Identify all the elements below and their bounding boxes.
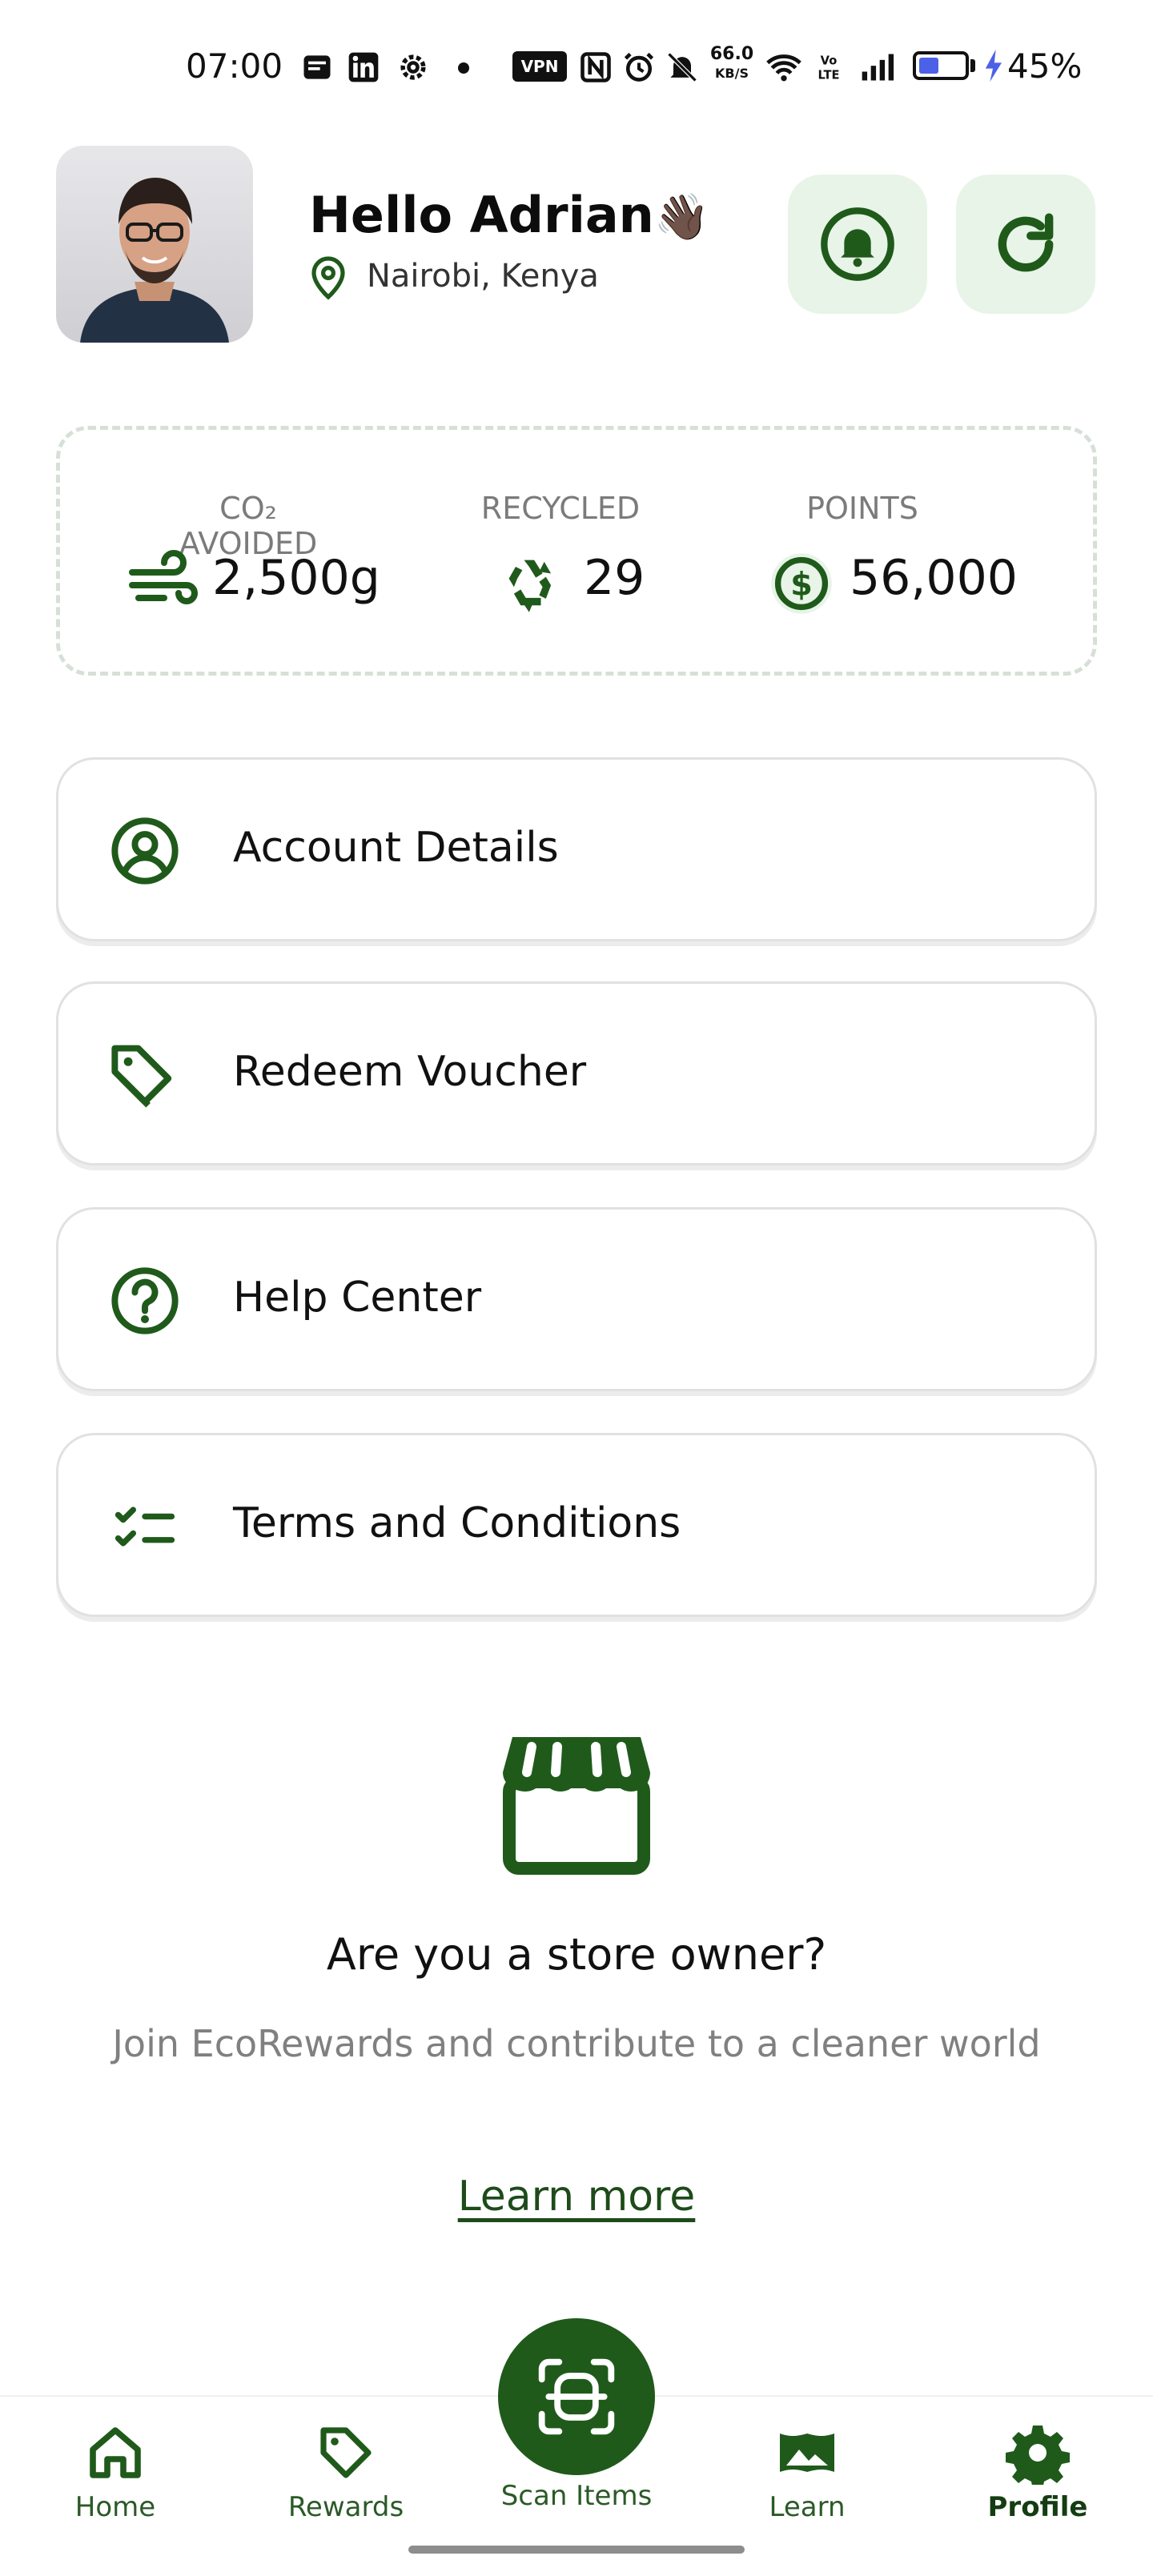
- mute-bell-icon: [667, 52, 697, 82]
- nav-learn[interactable]: Learn: [711, 2421, 903, 2523]
- network-speed: 66.0 KB/S: [709, 44, 754, 82]
- gesture-home-indicator[interactable]: [408, 2546, 745, 2554]
- nav-learn-label: Learn: [769, 2491, 846, 2523]
- user-circle-icon: [111, 817, 179, 885]
- account-details-label: Account Details: [233, 824, 559, 872]
- points-value: 56,000: [850, 550, 1018, 606]
- nav-home-label: Home: [74, 2491, 156, 2523]
- alarm-icon: [624, 52, 654, 82]
- points-label: POINTS: [806, 491, 918, 526]
- recycled-value: 29: [584, 550, 645, 606]
- recycled-label: RECYCLED: [480, 491, 641, 526]
- storefront-icon: [503, 1737, 650, 1875]
- wind-icon: [129, 550, 198, 604]
- nav-home[interactable]: Home: [19, 2421, 211, 2523]
- redeem-voucher-button[interactable]: Redeem Voucher: [56, 981, 1097, 1166]
- nav-rewards-label: Rewards: [287, 2491, 404, 2523]
- reward-tag-icon: [320, 2427, 372, 2478]
- terms-and-conditions-label: Terms and Conditions: [233, 1499, 681, 1547]
- wifi-icon: [766, 54, 801, 82]
- battery-percent: 45%: [1007, 46, 1083, 86]
- avatar-person-image: [80, 178, 229, 343]
- battery-cap: [970, 59, 975, 72]
- scan-icon: [538, 2358, 615, 2435]
- dollar-coin-icon: $: [771, 553, 832, 614]
- help-center-label: Help Center: [233, 1274, 482, 1322]
- help-circle-icon: [111, 1267, 179, 1334]
- nav-profile[interactable]: Profile: [942, 2421, 1134, 2523]
- scan-items-button[interactable]: [498, 2318, 655, 2475]
- nav-scan-items-label[interactable]: Scan Items: [448, 2480, 705, 2512]
- store-owner-title: Are you a store owner?: [326, 1929, 827, 1980]
- co2-avoided-value: 2,500g: [212, 550, 380, 606]
- charging-bolt-icon: [985, 49, 1002, 82]
- status-bar: 07:00 VPN 66.0 KB/S Vo LTE 45%: [0, 0, 1153, 136]
- greeting-text: Hello Adrian👋🏿: [309, 186, 710, 244]
- redeem-voucher-label: Redeem Voucher: [233, 1048, 587, 1096]
- status-time: 07:00: [186, 46, 283, 86]
- location-text: Nairobi, Kenya: [367, 258, 599, 295]
- store-owner-description: Join EcoRewards and contribute to a clea…: [112, 2022, 1041, 2065]
- linkedin-icon: [348, 52, 379, 82]
- vpn-badge: VPN: [512, 51, 567, 82]
- checklist-icon: [114, 1507, 175, 1547]
- location-pin-icon: [311, 256, 345, 300]
- avatar[interactable]: [56, 146, 253, 343]
- tag-icon: [111, 1045, 172, 1108]
- landscape-image-icon: [780, 2434, 834, 2472]
- learn-more-link[interactable]: Learn more: [0, 2173, 1153, 2221]
- home-icon: [90, 2427, 141, 2478]
- terms-and-conditions-button[interactable]: Terms and Conditions: [56, 1433, 1097, 1617]
- nfc-icon: [581, 52, 611, 82]
- volte-icon: Vo LTE: [818, 54, 840, 82]
- bell-icon: [821, 207, 894, 281]
- greeting-label: Hello Adrian: [309, 186, 654, 244]
- refresh-icon: [998, 213, 1054, 272]
- impact-stats-card: CO₂ AVOIDED 2,500g RECYCLED 29 POINTS $ …: [56, 426, 1097, 676]
- battery-level-fill: [919, 58, 939, 74]
- help-center-button[interactable]: Help Center: [56, 1207, 1097, 1391]
- signal-icon: [862, 54, 894, 81]
- settings-gear-icon: [400, 54, 426, 80]
- message-icon: [303, 55, 331, 79]
- svg-text:$: $: [790, 567, 813, 604]
- notification-dot: [458, 62, 469, 74]
- gear-icon: [1006, 2426, 1070, 2485]
- nav-profile-label: Profile: [987, 2491, 1088, 2523]
- notifications-button[interactable]: [788, 175, 927, 314]
- svg-text:Vo: Vo: [821, 54, 838, 67]
- refresh-button[interactable]: [956, 175, 1095, 314]
- waving-hand-emoji: 👋🏿: [653, 191, 710, 243]
- nav-rewards[interactable]: Rewards: [250, 2421, 442, 2523]
- account-details-button[interactable]: Account Details: [56, 757, 1097, 941]
- battery-icon: [913, 51, 969, 80]
- recycle-icon: [508, 560, 552, 612]
- svg-text:LTE: LTE: [818, 69, 840, 82]
